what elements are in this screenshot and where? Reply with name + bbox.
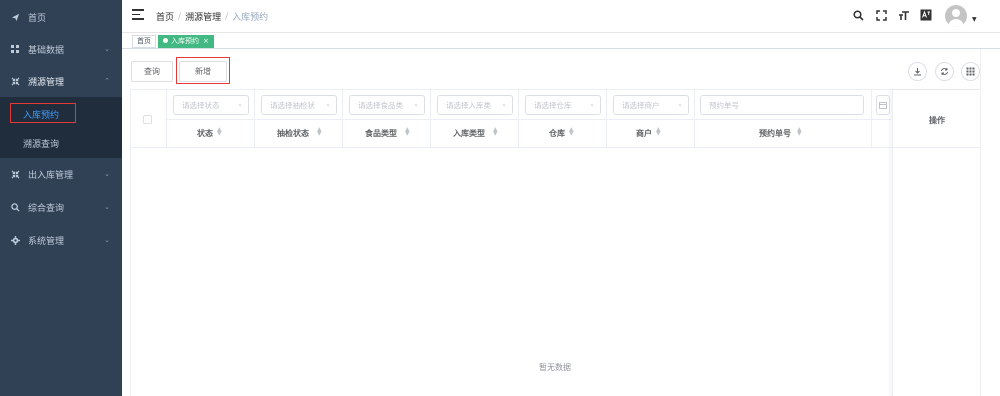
- reservation-no-input[interactable]: 预约单号: [700, 95, 864, 115]
- column-header-merchant[interactable]: 商户: [636, 128, 652, 139]
- send-icon: [10, 12, 20, 22]
- filter-placeholder: 请选择商户: [622, 100, 660, 110]
- column-header-inspection-status[interactable]: 抽检状态: [277, 128, 309, 139]
- chevron-down-icon: ⌄: [104, 45, 110, 53]
- navbar: 首页 / 溯源管理 / 入库预约: [122, 0, 1000, 32]
- chevron-down-icon: ⌄: [104, 236, 110, 244]
- sort-icon[interactable]: ▲ ▼: [656, 127, 661, 137]
- column-header-operations: 操作: [929, 116, 945, 125]
- sidebar-item-inout[interactable]: 出入库管理 ⌄: [0, 158, 122, 190]
- app-root: 首页 基础数据 ⌄ 溯源管理 ⌃ 入库预约 溯源查询 出入库管理 ⌄ 综合查询 …: [0, 0, 1000, 396]
- main-content: 查询 新增 请选择状态 ⌄ 请选择抽检状 ⌄ 请选择食品类 ⌄ 请选择入库类 ⌄…: [122, 49, 1000, 396]
- chevron-down-icon: ⌄: [501, 100, 507, 108]
- filter-placeholder: 请选择状态: [182, 100, 220, 110]
- sidebar-subitem-trace-query[interactable]: 溯源查询: [0, 128, 122, 158]
- fixed-operations-column: 操作: [892, 90, 983, 396]
- table-header: 请选择状态 ⌄ 请选择抽检状 ⌄ 请选择食品类 ⌄ 请选择入库类 ⌄ 请选择仓库: [131, 90, 981, 148]
- gear-icon: [10, 235, 20, 245]
- active-dot-icon: [163, 38, 168, 43]
- search-icon: [10, 202, 20, 212]
- select-all-checkbox[interactable]: [143, 115, 152, 124]
- chevron-down-icon: ⌄: [589, 100, 595, 108]
- column-header-inbound-type[interactable]: 入库类型: [453, 128, 485, 139]
- column-header-food-type[interactable]: 食品类型: [365, 128, 397, 139]
- font-size-icon[interactable]: [898, 9, 910, 21]
- sidebar-subitem-label: 溯源查询: [23, 139, 60, 150]
- breadcrumb-separator: /: [178, 11, 182, 22]
- data-table: 请选择状态 ⌄ 请选择抽检状 ⌄ 请选择食品类 ⌄ 请选择入库类 ⌄ 请选择仓库: [130, 89, 983, 396]
- close-icon[interactable]: ×: [203, 37, 209, 45]
- language-icon[interactable]: [920, 9, 932, 21]
- sidebar-item-trace[interactable]: 溯源管理 ⌃: [0, 65, 122, 97]
- search-icon[interactable]: [852, 9, 864, 21]
- sort-icon[interactable]: ▲ ▼: [405, 127, 410, 137]
- sort-icon[interactable]: ▲ ▼: [493, 127, 498, 137]
- sidebar-item-label: 出入库管理: [28, 170, 74, 181]
- breadcrumb-trace[interactable]: 溯源管理: [185, 10, 221, 23]
- tag-inbound-reservation[interactable]: 入库预约 ×: [158, 35, 214, 48]
- operations-header: 操作: [893, 90, 983, 148]
- column-header-reservation-no[interactable]: 预约单号: [759, 128, 791, 139]
- filter-placeholder: 请选择入库类: [446, 100, 491, 110]
- chevron-down-icon: ⌄: [325, 100, 331, 108]
- input-placeholder: 预约单号: [709, 100, 739, 110]
- columns-icon[interactable]: [961, 62, 980, 81]
- sidebar-item-label: 基础数据: [28, 45, 65, 56]
- sidebar-item-label: 系统管理: [28, 236, 65, 247]
- breadcrumb-separator: /: [225, 11, 229, 22]
- tags-view: 首页 入库预约 ×: [122, 32, 1000, 49]
- chevron-down-icon: ⌄: [413, 100, 419, 108]
- query-button[interactable]: 查询: [131, 61, 173, 82]
- highlight-annotation: [176, 57, 230, 84]
- sort-icon[interactable]: ▲ ▼: [797, 127, 802, 137]
- sidebar-item-query[interactable]: 综合查询 ⌄: [0, 191, 122, 223]
- status-filter[interactable]: 请选择状态 ⌄: [173, 95, 249, 115]
- column-header-status[interactable]: 状态: [197, 128, 213, 139]
- tag-label: 入库预约: [171, 37, 199, 45]
- shrink-icon: [10, 169, 20, 179]
- filter-placeholder: 请选择抽检状: [270, 100, 315, 110]
- filter-placeholder: 请选择仓库: [534, 100, 572, 110]
- filter-placeholder: 请选择食品类: [358, 100, 403, 110]
- sidebar-item-label: 综合查询: [28, 203, 65, 214]
- breadcrumb: 首页 / 溯源管理 / 入库预约: [156, 10, 269, 24]
- chevron-down-icon: ⌄: [677, 100, 683, 108]
- grid-icon: [10, 44, 20, 54]
- food-type-filter[interactable]: 请选择食品类 ⌄: [349, 95, 425, 115]
- sidebar-item-system[interactable]: 系统管理 ⌄: [0, 224, 122, 256]
- shrink-icon: [10, 76, 20, 86]
- refresh-icon[interactable]: [935, 62, 954, 81]
- tag-home[interactable]: 首页: [132, 35, 156, 48]
- sidebar-item-label: 首页: [28, 13, 47, 24]
- calendar-icon: [879, 101, 887, 109]
- caret-down-icon[interactable]: ▼: [972, 16, 977, 23]
- highlight-annotation: [10, 103, 76, 123]
- empty-state-text: 暂无数据: [539, 363, 571, 372]
- sidebar: 首页 基础数据 ⌄ 溯源管理 ⌃ 入库预约 溯源查询 出入库管理 ⌄ 综合查询 …: [0, 0, 122, 396]
- sidebar-item-label: 溯源管理: [28, 77, 65, 88]
- sidebar-item-home[interactable]: 首页: [0, 1, 122, 33]
- fullscreen-icon[interactable]: [875, 9, 887, 21]
- chevron-down-icon: ⌄: [237, 100, 243, 108]
- hamburger-icon[interactable]: [132, 9, 144, 20]
- warehouse-filter[interactable]: 请选择仓库 ⌄: [525, 95, 601, 115]
- column-header-warehouse[interactable]: 仓库: [549, 128, 565, 139]
- page-scrollbar[interactable]: [980, 49, 1000, 396]
- sort-icon[interactable]: ▲ ▼: [569, 127, 574, 137]
- download-icon[interactable]: [908, 62, 927, 81]
- chevron-down-icon: ⌄: [104, 203, 110, 211]
- chevron-down-icon: ⌄: [104, 170, 110, 178]
- breadcrumb-home[interactable]: 首页: [156, 10, 174, 23]
- sort-icon[interactable]: ▲ ▼: [317, 127, 322, 137]
- chevron-up-icon: ⌃: [104, 77, 110, 85]
- inbound-type-filter[interactable]: 请选择入库类 ⌄: [437, 95, 513, 115]
- date-filter[interactable]: [876, 95, 890, 115]
- avatar[interactable]: [945, 5, 967, 27]
- sort-icon[interactable]: ▲ ▼: [217, 127, 222, 137]
- breadcrumb-current: 入库预约: [232, 13, 269, 23]
- merchant-filter[interactable]: 请选择商户 ⌄: [613, 95, 689, 115]
- inspection-status-filter[interactable]: 请选择抽检状 ⌄: [261, 95, 337, 115]
- sidebar-item-basic-data[interactable]: 基础数据 ⌄: [0, 33, 122, 65]
